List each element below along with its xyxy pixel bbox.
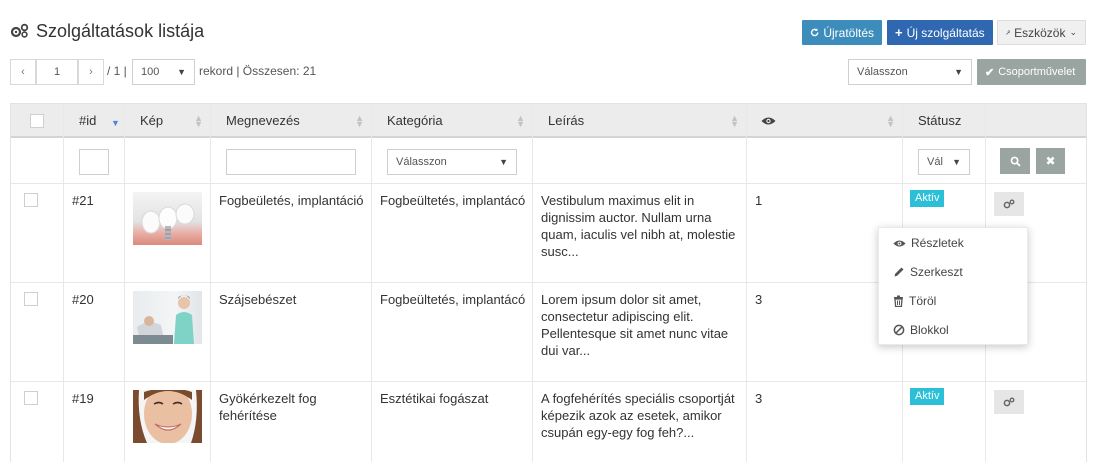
category-filter-select[interactable]: Válasszon ▼ [387,149,517,175]
menu-item-block[interactable]: Blokkol [893,321,949,339]
row-views: 3 [755,391,763,406]
column-header-category[interactable]: Kategória ▲ ▼ [372,104,532,137]
filter-clear-button[interactable]: ✖ [1036,148,1065,174]
row-checkbox[interactable] [24,391,38,405]
dental-implant-image [141,203,195,240]
column-header-description[interactable]: Leírás ▲ ▼ [533,104,746,137]
menu-item-delete[interactable]: Töröl [893,292,936,310]
new-service-button[interactable]: + Új szolgáltatás [887,20,993,45]
row-checkbox[interactable] [24,193,38,207]
name-filter-input[interactable] [226,149,356,175]
row-actions-menu: Részletek Szerkeszt Töröl Blokkol [878,227,1028,345]
select-caret-icon: ▼ [952,157,961,167]
row-name: Szájsebészet [219,292,297,307]
gears-icon [10,23,29,38]
row-name: Fogbeületés, implantáció [219,193,364,208]
row-name: Gyökérkezelt fog fehérítése [219,391,317,423]
row-id: #20 [72,292,94,307]
row-description: Vestibulum maximus elit in dignissim auc… [541,193,736,259]
bulk-action-label: Csoportművelet [998,66,1076,78]
table-row: #19 Gyökérkezelt fog fehérítése Esztétik… [11,382,1086,462]
row-description: Lorem ipsum dolor sit amet, consectetur … [541,292,729,358]
tools-button[interactable]: Eszközök ⌄ [997,20,1086,45]
page-title-text: Szolgáltatások listája [36,20,205,41]
row-category: Esztétikai fogászat [380,391,489,406]
select-caret-icon: ▼ [499,157,508,167]
search-icon [1010,156,1021,167]
check-icon: ✔ [985,66,995,79]
column-header-views[interactable]: ▲ ▼ [747,104,902,137]
sort-icon: ▲ ▼ [886,113,895,129]
bulk-action-button[interactable]: ✔ Csoportművelet [977,59,1086,85]
refresh-icon [810,28,819,37]
select-all-checkbox[interactable] [30,114,44,128]
sort-icon: ▲ ▼ [355,113,364,129]
record-summary: rekord | Összesen: 21 [199,64,317,78]
menu-item-details[interactable]: Részletek [893,234,964,252]
row-actions-button[interactable] [994,390,1024,414]
ban-icon [893,324,905,336]
row-category: Fogbeültetés, implantácó [380,292,526,307]
row-category: Fogbeültetés, implantácó [380,193,526,208]
eye-icon [893,239,906,247]
gears-icon [1003,199,1015,209]
close-icon: ✖ [1045,154,1056,168]
column-header-id[interactable]: #id ▼ [64,104,124,137]
service-thumbnail [133,192,202,245]
row-id: #19 [72,391,94,406]
column-header-status[interactable]: Státusz [903,104,985,137]
gears-icon [1003,397,1015,407]
sort-desc-icon: ▼ [111,118,120,128]
row-views: 1 [755,193,763,208]
row-actions-button[interactable] [994,192,1024,216]
page-title: Szolgáltatások listája [10,19,204,43]
reload-button[interactable]: Újratöltés [802,20,882,45]
column-header-name[interactable]: Megnevezés ▲ ▼ [211,104,371,137]
pencil-icon [894,267,904,277]
wrench-icon [1006,30,1011,35]
new-service-label: Új szolgáltatás [906,25,985,40]
tools-label: Eszközök [1014,25,1066,40]
select-caret-icon: ▼ [177,67,186,77]
sort-icon: ▲ ▼ [516,113,525,129]
status-filter-select[interactable]: Vál ▼ [918,149,970,175]
service-thumbnail [133,291,202,344]
dental-clinic-image [133,295,194,344]
menu-item-edit[interactable]: Szerkeszt [893,263,963,281]
column-header-image[interactable]: Kép ▲ ▼ [125,104,210,137]
service-thumbnail [133,390,202,443]
next-page-button[interactable]: › [78,59,104,85]
sort-icon: ▲ ▼ [730,113,739,129]
status-badge: Aktív [910,190,945,207]
row-description: A fogfehérítés speciális csoportját képe… [541,391,735,440]
chevron-down-icon: ⌄ [1069,27,1077,37]
bulk-action-select[interactable]: Válasszon ▼ [848,59,972,85]
sort-icon: ▲ ▼ [194,113,203,129]
select-caret-icon: ▼ [954,67,963,77]
trash-icon [894,295,903,307]
per-page-select[interactable]: 100 ▼ [132,59,195,85]
row-id: #21 [72,193,94,208]
reload-label: Újratöltés [823,25,874,40]
eye-icon [761,117,776,125]
row-checkbox[interactable] [24,292,38,306]
row-views: 3 [755,292,763,307]
plus-icon: + [895,25,903,40]
page-count: / 1 | [107,64,127,78]
filter-search-button[interactable] [1000,148,1030,174]
page-input[interactable]: 1 [36,59,78,85]
status-badge: Aktív [910,388,945,405]
id-filter-input[interactable] [79,149,109,175]
smiling-woman-image [133,390,202,443]
prev-page-button[interactable]: ‹ [10,59,36,85]
